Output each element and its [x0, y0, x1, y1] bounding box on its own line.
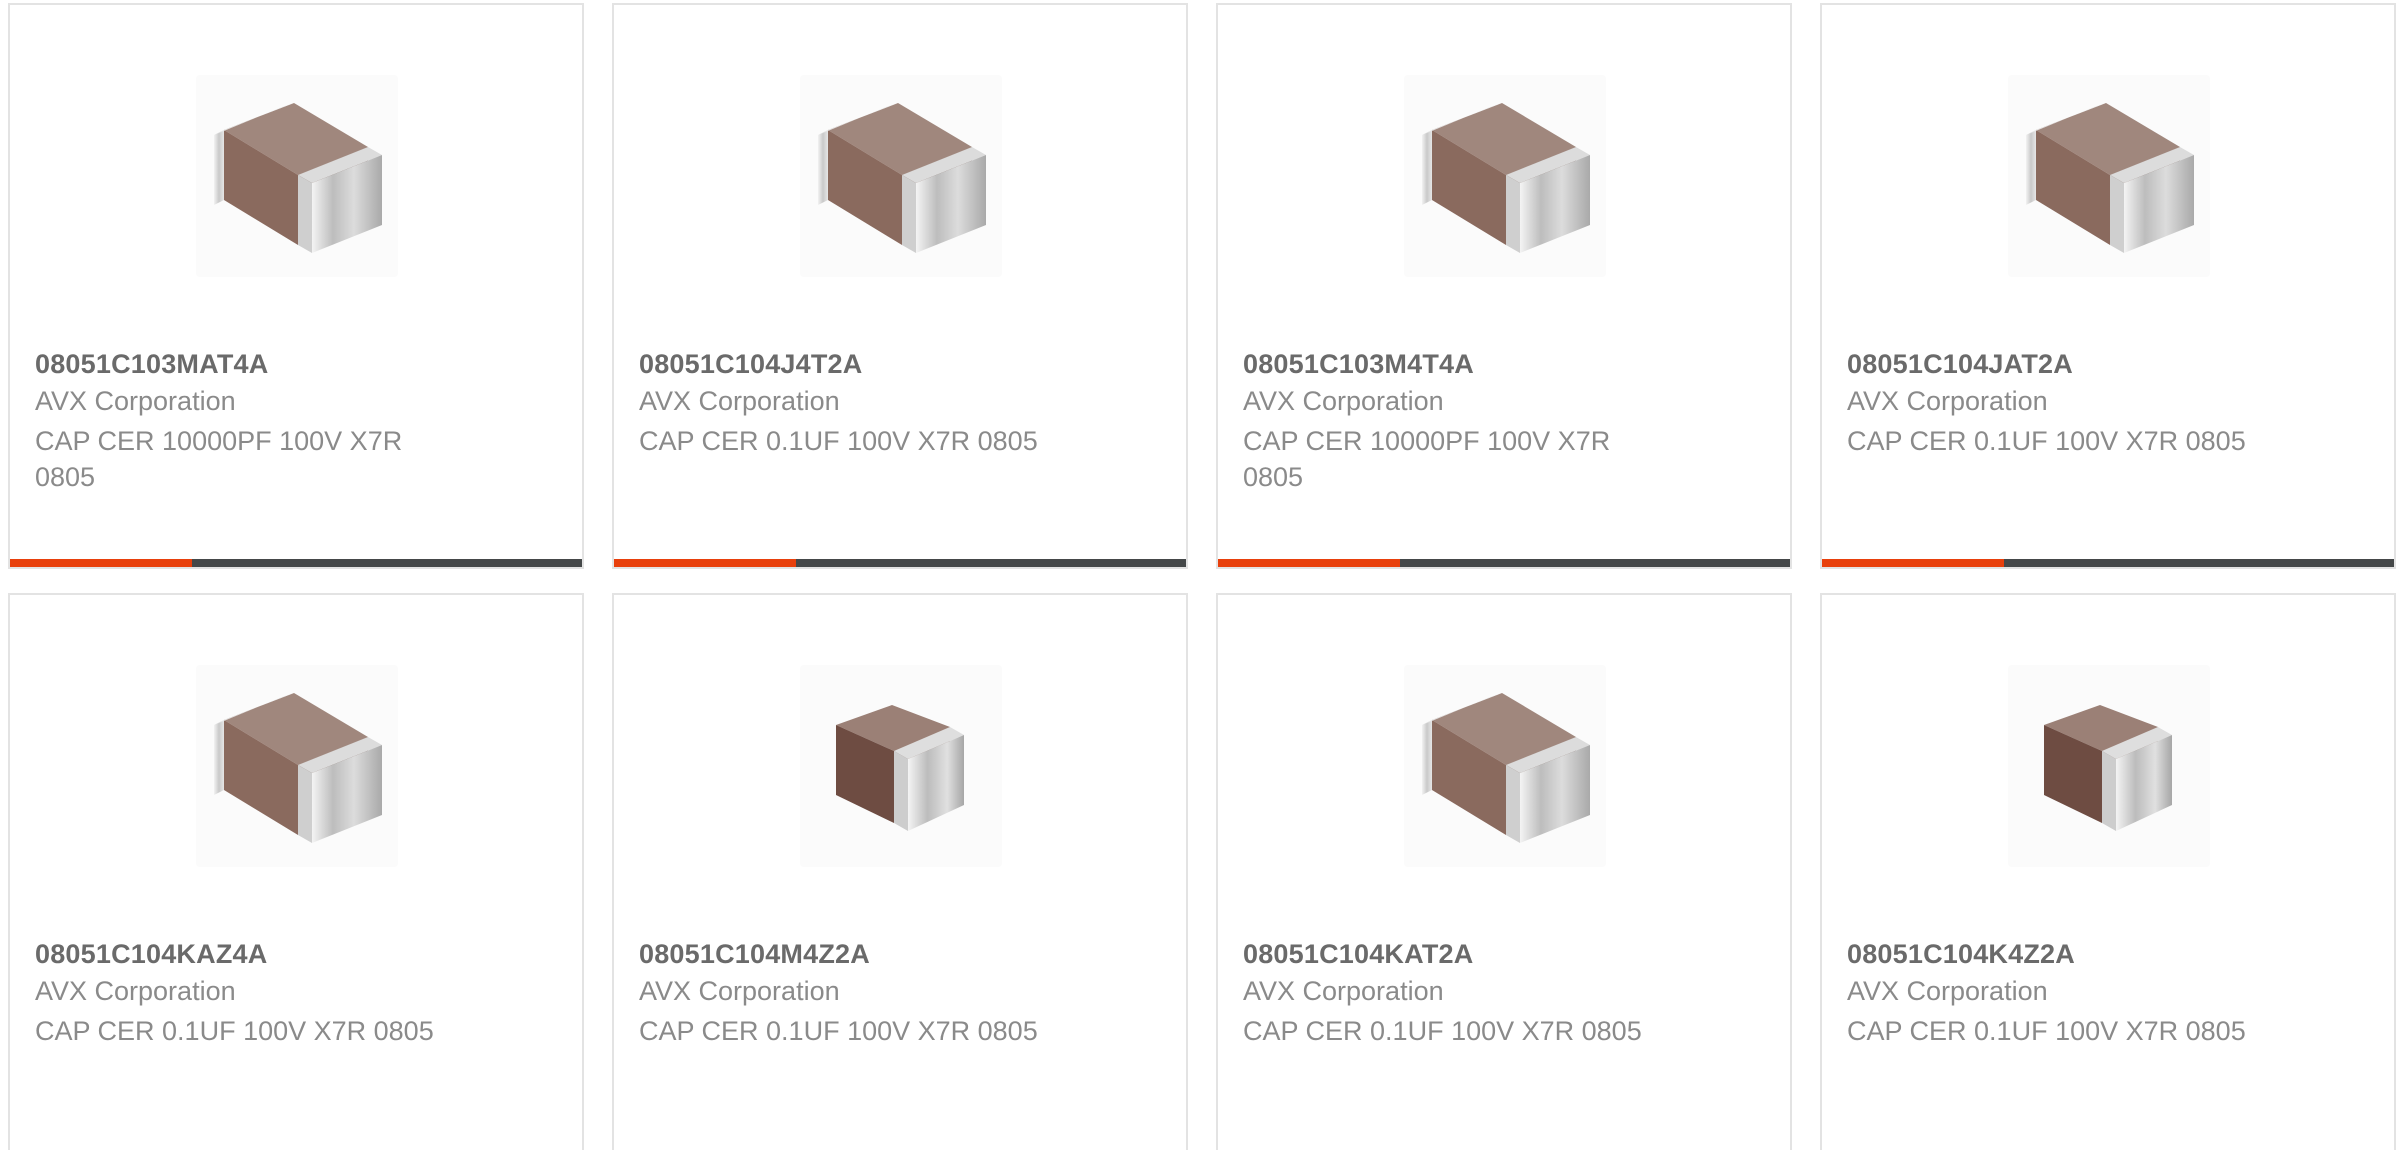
product-grid: 08051C103MAT4A AVX Corporation CAP CER 1… [0, 0, 2400, 1150]
card-footer-accent [614, 559, 796, 567]
card-footer-bar [1822, 559, 2394, 567]
ceramic-capacitor-image [196, 75, 398, 277]
part-number[interactable]: 08051C103MAT4A [35, 349, 268, 380]
product-description: CAP CER 10000PF 100V X7R 0805 [35, 426, 403, 492]
product-description: CAP CER 0.1UF 100V X7R 0805 [1243, 1016, 1642, 1046]
product-description: CAP CER 0.1UF 100V X7R 0805 [1847, 426, 2246, 456]
product-description: CAP CER 0.1UF 100V X7R 0805 [639, 1016, 1038, 1046]
product-card[interactable]: 08051C104M4Z2A AVX Corporation CAP CER 0… [612, 593, 1188, 1150]
product-description: CAP CER 0.1UF 100V X7R 0805 [639, 426, 1038, 456]
product-card[interactable]: 08051C103MAT4A AVX Corporation CAP CER 1… [8, 3, 584, 569]
product-description: CAP CER 0.1UF 100V X7R 0805 [1847, 1016, 2246, 1046]
product-card[interactable]: 08051C104J4T2A AVX Corporation CAP CER 0… [612, 3, 1188, 569]
product-description: CAP CER 0.1UF 100V X7R 0805 [35, 1016, 434, 1046]
manufacturer: AVX Corporation [639, 386, 840, 416]
card-footer-bar [1218, 559, 1790, 567]
part-number[interactable]: 08051C104M4Z2A [639, 939, 870, 970]
ceramic-capacitor-image [2008, 75, 2210, 277]
card-footer-accent [10, 559, 192, 567]
manufacturer: AVX Corporation [1243, 976, 1444, 1006]
manufacturer: AVX Corporation [1847, 976, 2048, 1006]
product-card[interactable]: 08051C104KAZ4A AVX Corporation CAP CER 0… [8, 593, 584, 1150]
part-number[interactable]: 08051C103M4T4A [1243, 349, 1474, 380]
manufacturer: AVX Corporation [1847, 386, 2048, 416]
product-card[interactable]: 08051C104JAT2A AVX Corporation CAP CER 0… [1820, 3, 2396, 569]
ceramic-capacitor-image [800, 75, 1002, 277]
card-footer-bar [10, 559, 582, 567]
product-card[interactable]: 08051C104KAT2A AVX Corporation CAP CER 0… [1216, 593, 1792, 1150]
manufacturer: AVX Corporation [639, 976, 840, 1006]
card-footer-bar [614, 559, 1186, 567]
product-description: CAP CER 10000PF 100V X7R 0805 [1243, 426, 1611, 492]
ceramic-capacitor-image [196, 665, 398, 867]
part-number[interactable]: 08051C104KAT2A [1243, 939, 1473, 970]
card-footer-accent [1822, 559, 2004, 567]
ceramic-capacitor-image [1404, 75, 1606, 277]
ceramic-capacitor-image [1404, 665, 1606, 867]
card-footer-accent [1218, 559, 1400, 567]
manufacturer: AVX Corporation [1243, 386, 1444, 416]
part-number[interactable]: 08051C104K4Z2A [1847, 939, 2075, 970]
product-card[interactable]: 08051C104K4Z2A AVX Corporation CAP CER 0… [1820, 593, 2396, 1150]
part-number[interactable]: 08051C104KAZ4A [35, 939, 267, 970]
ceramic-capacitor-image [2008, 665, 2210, 867]
manufacturer: AVX Corporation [35, 386, 236, 416]
part-number[interactable]: 08051C104JAT2A [1847, 349, 2073, 380]
product-card[interactable]: 08051C103M4T4A AVX Corporation CAP CER 1… [1216, 3, 1792, 569]
manufacturer: AVX Corporation [35, 976, 236, 1006]
ceramic-capacitor-image [800, 665, 1002, 867]
part-number[interactable]: 08051C104J4T2A [639, 349, 862, 380]
